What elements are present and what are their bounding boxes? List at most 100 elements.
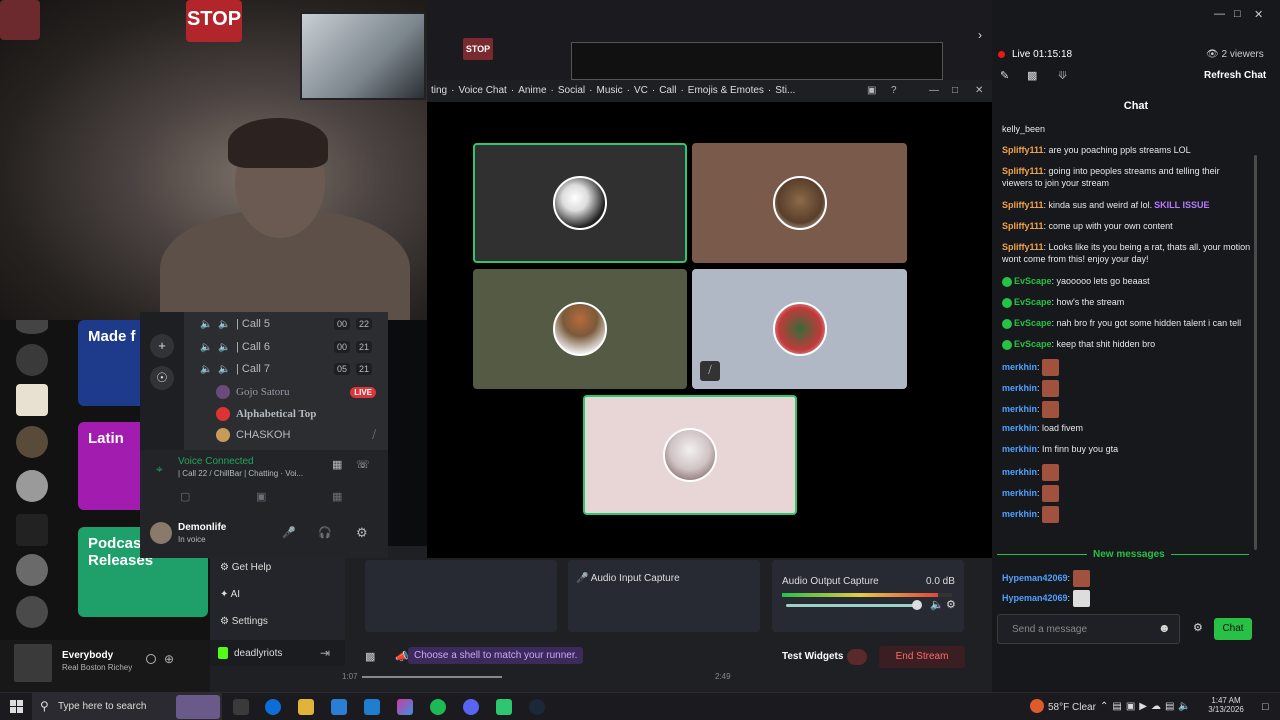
mute-icon[interactable]: ⧸ — [700, 361, 720, 381]
tab-voice-chat[interactable]: Voice Chat — [458, 85, 506, 96]
tab-social[interactable]: Social — [558, 85, 585, 96]
screen-share-icon[interactable]: ▣ — [256, 490, 266, 503]
headphones-icon[interactable]: 🎧 — [318, 526, 332, 539]
microphone-icon[interactable]: 🎤 — [282, 526, 296, 539]
chat-username[interactable]: Spliffy111 — [1002, 242, 1044, 252]
gear-icon[interactable]: ⚙ — [946, 598, 956, 611]
signal-icon[interactable]: ⌖ — [156, 462, 163, 477]
participant-tile[interactable] — [583, 395, 797, 515]
album-art[interactable] — [14, 644, 52, 682]
add-icon[interactable]: ⊕ — [164, 652, 174, 666]
chat-username[interactable]: merkhin — [1002, 509, 1037, 519]
chat-username[interactable]: EvScape — [1014, 339, 1052, 349]
discord-icon[interactable] — [463, 699, 479, 715]
tray-icons[interactable]: ⌃▤▣▶☁▤🔈 — [1100, 701, 1195, 712]
streamlabs-icon[interactable] — [496, 699, 512, 715]
shell-hint[interactable]: Choose a shell to match your runner. — [408, 647, 584, 664]
chat-username[interactable]: merkhin — [1002, 362, 1037, 372]
send-chat-button[interactable]: Chat — [1214, 618, 1252, 640]
activities-icon[interactable]: ▦ — [332, 490, 342, 503]
weather-icon[interactable] — [1030, 699, 1044, 713]
close-icon[interactable]: ✕ — [1254, 8, 1263, 21]
test-widgets-button[interactable]: Test Widgets — [782, 651, 843, 662]
weather-text[interactable]: 58°F Clear — [1048, 702, 1096, 713]
chat-username[interactable]: merkhin — [1002, 383, 1037, 393]
tab-call[interactable]: Call — [659, 85, 676, 96]
spotify-icon[interactable] — [430, 699, 446, 715]
chat-scrollbar[interactable] — [1254, 155, 1257, 550]
chat-username[interactable]: merkhin — [1002, 488, 1037, 498]
message-input[interactable]: Send a message ☻ — [997, 614, 1180, 644]
voice-member[interactable]: CHASKOH ⧸ — [216, 425, 376, 445]
voice-status[interactable]: Voice Connected — [178, 456, 254, 467]
artist-avatar[interactable] — [16, 596, 48, 628]
popout-icon[interactable]: ▣ — [867, 80, 876, 102]
track-title[interactable]: Everybody — [62, 650, 113, 661]
artist-avatar[interactable] — [16, 320, 48, 334]
voice-channel[interactable]: | Call 22 / ChillBar | Chatting · Voi... — [178, 469, 303, 478]
tab-sti-[interactable]: Sti... — [775, 85, 795, 96]
chat-username[interactable]: merkhin — [1002, 467, 1037, 477]
maximize-icon[interactable]: □ — [952, 80, 958, 102]
file-explorer-icon[interactable] — [298, 699, 314, 715]
chat-username[interactable]: Hypeman42069 — [1002, 593, 1068, 603]
store-icon[interactable]: ▩ — [1027, 69, 1037, 82]
settings-icon[interactable]: ⚙ — [356, 525, 368, 541]
notification-icon[interactable]: □ — [1262, 701, 1269, 713]
artist-avatar[interactable] — [16, 344, 48, 376]
chat-username[interactable]: EvScape — [1014, 276, 1052, 286]
tab-anime[interactable]: Anime — [518, 85, 546, 96]
chat-username[interactable]: Spliffy111 — [1002, 200, 1044, 210]
store-icon[interactable] — [331, 699, 347, 715]
seek-bar[interactable] — [362, 676, 502, 678]
chat-username[interactable]: merkhin — [1002, 404, 1037, 414]
artist-avatar[interactable] — [16, 554, 48, 586]
chat-username[interactable]: Spliffy111 — [1002, 221, 1044, 231]
minimize-icon[interactable]: — — [1214, 8, 1225, 20]
tab-music[interactable]: Music — [596, 85, 622, 96]
camera-off-icon[interactable]: ▢ — [180, 490, 190, 503]
chat-username[interactable]: merkhin — [1002, 423, 1037, 433]
channel-call-6[interactable]: 🔈 🔈 | Call 6 00 21 — [200, 337, 380, 357]
avatar[interactable] — [150, 522, 172, 544]
artist-avatar[interactable] — [16, 470, 48, 502]
channel-call-5[interactable]: 🔈 🔈 | Call 5 00 22 — [200, 314, 380, 334]
menu-item-ai[interactable]: ✦ AI — [220, 589, 240, 600]
playlist-cover[interactable] — [16, 514, 48, 546]
megaphone-icon[interactable]: 📣 — [395, 650, 409, 663]
tab-vc[interactable]: VC — [634, 85, 648, 96]
tab-emojis-emotes[interactable]: Emojis & Emotes — [688, 85, 764, 96]
menu-item-get-help[interactable]: ⚙ Get Help — [220, 562, 271, 573]
tab-ting[interactable]: ting — [431, 85, 447, 96]
windows-start-icon[interactable] — [10, 700, 23, 713]
hide-icon[interactable] — [146, 654, 156, 664]
close-icon[interactable]: ✕ — [975, 80, 983, 102]
collapse-icon[interactable]: › — [978, 28, 982, 42]
record-toggle[interactable] — [847, 649, 867, 665]
emoji-icon[interactable]: ☻ — [1158, 621, 1171, 635]
user-name[interactable]: Demonlife — [178, 522, 226, 533]
steam-icon[interactable] — [529, 699, 545, 715]
end-stream-button[interactable]: End Stream — [879, 646, 965, 668]
chat-username[interactable]: Hypeman42069 — [1002, 573, 1068, 583]
edge-icon[interactable] — [265, 699, 281, 715]
participant-tile[interactable] — [473, 143, 687, 263]
share-icon[interactable]: ⟱ — [1058, 69, 1067, 82]
voice-member[interactable]: Gojo Satoru LIVE — [216, 382, 376, 402]
volume-slider[interactable] — [786, 604, 916, 607]
participant-tile[interactable]: ⧸ — [692, 269, 907, 389]
chat-username[interactable]: Spliffy111 — [1002, 145, 1044, 155]
mail-icon[interactable] — [364, 699, 380, 715]
chat-username[interactable]: Spliffy111 — [1002, 166, 1044, 176]
speaker-icon[interactable]: 🔈 — [930, 598, 944, 611]
task-view-icon[interactable] — [233, 699, 249, 715]
clock[interactable]: 1:47 AM 3/13/2026 — [1206, 696, 1246, 714]
chat-settings-icon[interactable]: ⚙ — [1193, 621, 1203, 634]
playlist-cover[interactable] — [16, 384, 48, 416]
voice-member[interactable]: Alphabetical Top — [216, 404, 376, 424]
chat-username[interactable]: EvScape — [1014, 318, 1052, 328]
copilot-icon[interactable] — [397, 699, 413, 715]
minimize-icon[interactable]: — — [929, 80, 939, 102]
participant-tile[interactable] — [473, 269, 687, 389]
volume-handle[interactable] — [912, 600, 922, 610]
